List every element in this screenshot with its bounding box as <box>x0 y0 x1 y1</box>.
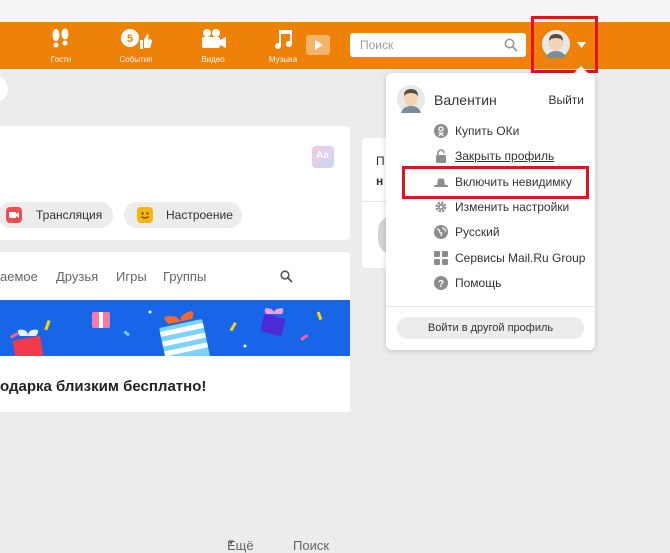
menu-close-profile-label: Закрыть профиль <box>455 149 555 163</box>
dropdown-arrow <box>574 66 588 73</box>
side-card-text-1: П <box>376 154 385 168</box>
text-style-icon[interactable]: Aa <box>312 146 334 168</box>
menu-close-profile[interactable]: Закрыть профиль <box>434 146 584 166</box>
user-name[interactable]: Валентин <box>434 92 497 108</box>
search-input[interactable] <box>350 33 500 57</box>
events-icon: 5 <box>121 29 152 49</box>
promo-banner[interactable] <box>0 300 350 356</box>
help-icon: ? <box>434 276 448 290</box>
more-caret-icon: ▼ <box>227 538 235 547</box>
switch-profile-button[interactable]: Войти в другой профиль <box>397 317 584 339</box>
tab-search-label: Поиск <box>293 538 330 553</box>
mood-label: Настроение <box>166 208 233 222</box>
promo-title: одарка близким бесплатно! <box>0 378 207 395</box>
tab-feed[interactable]: аемое <box>0 269 38 284</box>
gift-illustration <box>10 308 323 356</box>
menu-language[interactable]: Русский <box>434 222 584 242</box>
tab-search[interactable]: Поиск <box>280 269 329 553</box>
menu-mailru-services[interactable]: Сервисы Mail.Ru Group <box>434 248 586 268</box>
left-partial-avatar <box>0 76 8 102</box>
menu-divider <box>386 306 595 307</box>
nav-guests-label: Гости <box>50 55 72 64</box>
menu-avatar[interactable] <box>397 85 425 113</box>
smiley-icon <box>137 207 153 223</box>
search-icon <box>280 270 293 283</box>
menu-language-label: Русский <box>455 225 500 239</box>
menu-buy-ok[interactable]: Купить ОКи <box>434 121 584 141</box>
footprints-icon <box>52 28 69 48</box>
nav-events[interactable]: 5 События <box>112 22 160 69</box>
nav-guests[interactable]: Гости <box>40 22 82 69</box>
menu-mailru-services-label: Сервисы Mail.Ru Group <box>455 251 586 265</box>
globe-icon <box>434 225 448 239</box>
svg-text:?: ? <box>438 279 444 290</box>
camera-icon <box>6 207 22 223</box>
highlight-invisible-mode <box>402 166 589 199</box>
nav-video-label: Видео <box>201 55 225 64</box>
nav-video[interactable]: Видео <box>190 22 236 69</box>
grid-icon <box>434 251 448 265</box>
tab-groups[interactable]: Группы <box>163 269 206 284</box>
ok-coin-icon <box>434 124 448 138</box>
search-box <box>350 33 526 57</box>
lock-icon <box>436 149 446 163</box>
highlight-profile-button <box>531 16 598 73</box>
menu-settings-label: Изменить настройки <box>455 200 570 214</box>
post-composer-card: Aa Трансляция Настроение <box>0 126 350 240</box>
search-icon[interactable] <box>504 38 518 52</box>
gear-icon <box>435 201 447 213</box>
menu-help[interactable]: ? Помощь <box>434 273 584 293</box>
menu-settings[interactable]: Изменить настройки <box>434 197 584 217</box>
events-badge: 5 <box>127 33 133 45</box>
nav-events-label: События <box>119 55 153 64</box>
mood-button[interactable]: Настроение <box>124 202 242 228</box>
tab-friends[interactable]: Друзья <box>56 269 98 284</box>
live-stream-label: Трансляция <box>36 208 103 222</box>
play-icon[interactable] <box>306 35 330 55</box>
nav-music-label: Музыка <box>268 55 298 64</box>
menu-buy-ok-label: Купить ОКи <box>455 124 520 138</box>
side-card-text-2: н <box>376 174 384 188</box>
live-stream-button[interactable]: Трансляция <box>0 202 113 228</box>
music-note-icon <box>275 30 293 50</box>
nav-music[interactable]: Музыка <box>262 22 304 69</box>
menu-help-label: Помощь <box>455 276 502 290</box>
logout-link[interactable]: Выйти <box>548 93 584 107</box>
profile-dropdown-menu: Валентин Выйти Купить ОКи Закрыть профил… <box>386 73 595 350</box>
video-camera-icon <box>202 29 226 48</box>
tab-games[interactable]: Игры <box>116 269 147 284</box>
